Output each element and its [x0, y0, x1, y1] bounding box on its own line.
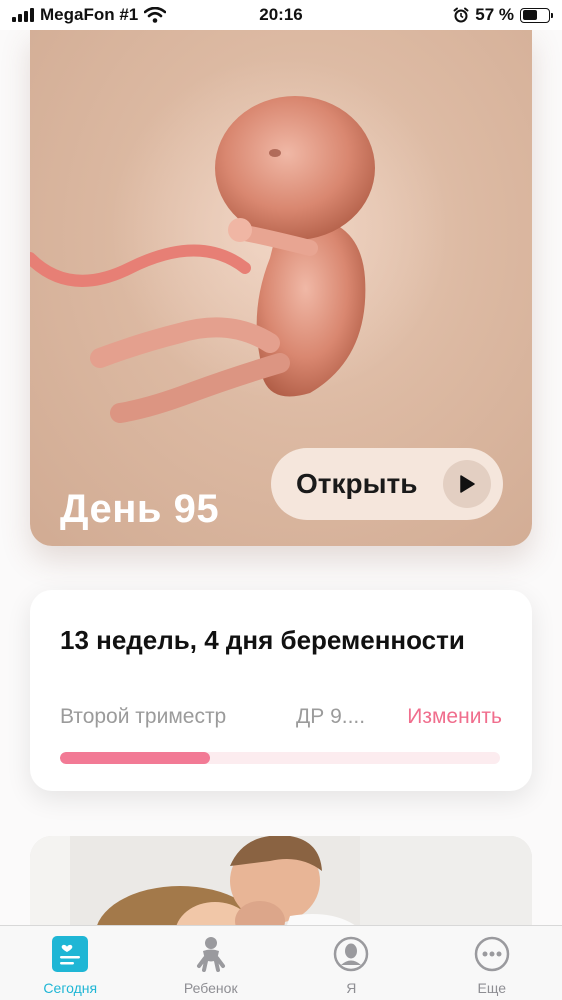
profile-icon — [333, 936, 369, 972]
tab-me[interactable]: Я — [281, 926, 422, 1000]
carrier-name: MegaFon #1 — [40, 5, 139, 24]
pregnancy-progress-bar — [60, 752, 500, 764]
open-day-button[interactable]: Открыть — [271, 448, 503, 520]
wifi-icon — [144, 7, 167, 23]
fetus-day-card[interactable]: День 95 Открыть — [30, 28, 532, 546]
bottom-tab-bar: Сегодня Ребенок Я Еще — [0, 925, 562, 1000]
pregnancy-progress-fill — [60, 752, 210, 764]
day-counter: День 95 — [60, 487, 220, 531]
baby-icon — [193, 936, 229, 972]
due-date-label: ДР 9.... — [296, 705, 366, 728]
battery-icon — [520, 7, 553, 23]
today-icon — [52, 936, 89, 972]
tab-more-label: Еще — [477, 980, 507, 996]
tab-today[interactable]: Сегодня — [0, 926, 141, 1000]
fetus-illustration — [30, 58, 450, 423]
status-bar: MegaFon #1 20:16 57 % — [0, 0, 562, 30]
tab-today-label: Сегодня — [43, 980, 98, 996]
battery-percent: 57 % — [475, 5, 514, 24]
cellular-signal-icon — [12, 8, 34, 22]
open-button-label: Открыть — [296, 468, 418, 499]
pregnancy-term-title: 13 недель, 4 дня беременности — [60, 625, 465, 655]
app-screen: MegaFon #1 20:16 57 % День 95 Открыть 13… — [0, 0, 562, 1000]
tab-more[interactable]: Еще — [422, 926, 562, 1000]
tab-baby-label: Ребенок — [183, 980, 238, 996]
trimester-label: Второй триместр — [60, 705, 227, 728]
tab-me-label: Я — [346, 980, 357, 996]
play-icon — [443, 460, 491, 508]
alarm-icon — [453, 7, 469, 23]
tab-baby[interactable]: Ребенок — [141, 926, 282, 1000]
pregnancy-progress-card: 13 недель, 4 дня беременности Второй три… — [30, 590, 532, 791]
change-due-date-link[interactable]: Изменить — [407, 705, 502, 729]
more-icon — [474, 936, 510, 972]
